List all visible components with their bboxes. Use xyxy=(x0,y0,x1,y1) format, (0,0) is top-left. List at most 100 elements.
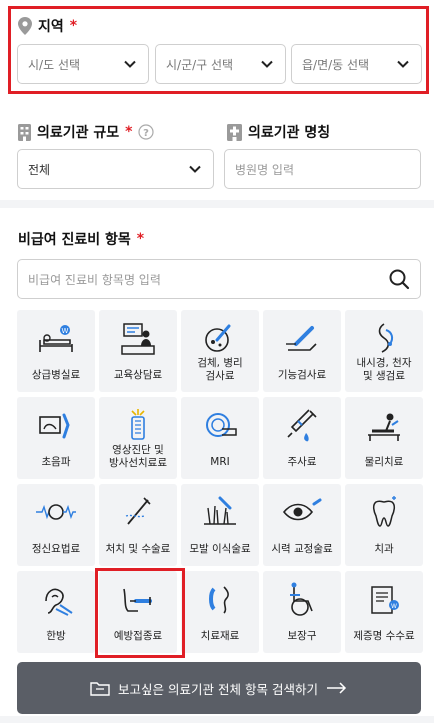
function-test-icon xyxy=(286,326,317,351)
category-label: 기능검사료 xyxy=(277,369,327,381)
counseling-icon xyxy=(121,323,155,355)
svg-text:W: W xyxy=(391,603,397,610)
category-label: 내시경, 천자 xyxy=(356,357,412,369)
size-select[interactable]: 전체 xyxy=(17,149,214,189)
items-label: 비급여 진료비 항목 * xyxy=(18,229,144,249)
sigungu-select[interactable]: 시/군/구 선택 xyxy=(155,44,286,84)
category-label: 시력 교정술료 xyxy=(271,543,333,555)
category-label: MRI xyxy=(210,456,230,468)
category-treatment-material[interactable]: 치료재료 xyxy=(181,571,259,653)
hospital-name-placeholder: 병원명 입력 xyxy=(235,162,295,177)
category-label: 주사료 xyxy=(287,456,317,468)
category-injection[interactable]: 주사료 xyxy=(263,397,341,479)
required-mark: * xyxy=(136,231,145,247)
arrow-right-icon xyxy=(326,682,347,694)
eupmyeondong-select[interactable]: 읍/면/동 선택 xyxy=(291,44,422,84)
search-all-items-button[interactable]: 보고싶은 의료기관 전체 항목 검색하기 xyxy=(17,662,421,714)
brain-wave-icon xyxy=(36,504,76,520)
chevron-down-icon xyxy=(124,60,136,68)
category-imaging[interactable]: 영상진단 및 방사선치료료 xyxy=(99,397,177,479)
required-mark: * xyxy=(69,18,78,34)
hospital-bed-icon: W xyxy=(39,325,73,352)
category-endoscope[interactable]: 내시경, 천자 및 생검료 xyxy=(345,310,423,392)
category-label: 물리치료 xyxy=(364,456,404,468)
category-label-line2: 검사료 xyxy=(205,370,235,382)
help-icon[interactable]: ? xyxy=(138,124,155,140)
building-icon xyxy=(18,123,31,141)
svg-text:?: ? xyxy=(144,128,150,139)
certificate-icon: W xyxy=(371,586,399,614)
category-surgery[interactable]: 처치 및 수술료 xyxy=(99,484,177,566)
item-search-placeholder: 비급여 진료비 항목명 입력 xyxy=(28,272,161,287)
acupuncture-icon xyxy=(45,588,73,616)
folder-icon xyxy=(90,682,110,696)
hospital-name-input[interactable]: 병원명 입력 xyxy=(224,149,421,189)
section-divider xyxy=(0,200,434,208)
treatment-material-icon xyxy=(209,586,229,614)
mri-icon xyxy=(206,413,237,437)
category-counseling[interactable]: 교육상담료 xyxy=(99,310,177,392)
surgery-icon xyxy=(125,497,151,525)
category-label: 제증명 수수료 xyxy=(353,630,415,642)
category-label: 치과 xyxy=(374,543,394,555)
size-label: 의료기관 규모 * ? xyxy=(18,122,155,142)
category-hospital-room[interactable]: W 상급병실료 xyxy=(17,310,95,392)
eupmyeondong-select-value: 읍/면/동 선택 xyxy=(302,57,370,72)
imaging-icon xyxy=(131,409,145,440)
category-physical-therapy[interactable]: 물리치료 xyxy=(345,397,423,479)
category-label: 보장구 xyxy=(287,630,317,642)
svg-text:W: W xyxy=(62,327,69,335)
location-pin-icon xyxy=(18,17,32,35)
category-label: 처치 및 수술료 xyxy=(105,543,171,555)
category-mri[interactable]: MRI xyxy=(181,397,259,479)
category-label: 영상진단 및 xyxy=(112,444,164,456)
category-psychotherapy[interactable]: 정신요법료 xyxy=(17,484,95,566)
vaccination-highlight-box xyxy=(95,568,185,658)
category-ultrasound[interactable]: 초음파 xyxy=(17,397,95,479)
name-label-text: 의료기관 명칭 xyxy=(248,125,331,141)
category-certificate[interactable]: W 제증명 수수료 xyxy=(345,571,423,653)
tooth-icon xyxy=(372,496,396,527)
hospital-icon xyxy=(227,123,242,141)
category-function-test[interactable]: 기능검사료 xyxy=(263,310,341,392)
category-label: 치료재료 xyxy=(200,630,240,642)
category-label: 상급병실료 xyxy=(31,369,81,381)
syringe-icon xyxy=(287,409,317,442)
eye-icon xyxy=(282,498,322,521)
endoscope-icon xyxy=(378,323,394,353)
chevron-down-icon xyxy=(261,60,273,68)
category-dental[interactable]: 치과 xyxy=(345,484,423,566)
category-specimen-test[interactable]: 검체, 병리 검사료 xyxy=(181,310,259,392)
sido-select[interactable]: 시/도 선택 xyxy=(17,44,149,84)
region-label-text: 지역 xyxy=(38,19,64,35)
category-label: 검체, 병리 xyxy=(197,357,243,369)
sido-select-value: 시/도 선택 xyxy=(28,57,81,72)
wheelchair-icon xyxy=(290,582,313,616)
category-label: 한방 xyxy=(46,630,66,642)
search-all-items-label: 보고싶은 의료기관 전체 항목 검색하기 xyxy=(118,681,318,697)
region-label: 지역 * xyxy=(18,16,77,36)
required-mark: * xyxy=(125,124,133,140)
category-label: 모발 이식술료 xyxy=(189,543,251,555)
category-label: 초음파 xyxy=(41,456,71,468)
category-label-line2: 및 생검료 xyxy=(363,370,405,382)
hair-transplant-icon xyxy=(204,496,236,525)
search-icon[interactable] xyxy=(388,268,410,290)
bottom-strip xyxy=(0,716,434,723)
size-label-text: 의료기관 규모 xyxy=(37,125,120,141)
category-label: 정신요법료 xyxy=(31,543,81,555)
physical-therapy-icon xyxy=(368,413,400,441)
category-oriental-medicine[interactable]: 한방 xyxy=(17,571,95,653)
size-select-value: 전체 xyxy=(28,162,51,177)
category-vision-correction[interactable]: 시력 교정술료 xyxy=(263,484,341,566)
category-assistive-device[interactable]: 보장구 xyxy=(263,571,341,653)
name-label: 의료기관 명칭 xyxy=(227,122,330,142)
item-search-input[interactable]: 비급여 진료비 항목명 입력 xyxy=(17,259,421,299)
chevron-down-icon xyxy=(397,60,409,68)
category-hair-transplant[interactable]: 모발 이식술료 xyxy=(181,484,259,566)
category-grid: W 상급병실료 교육상담료 검체, 병리 검사료 기능검사료 내시경, 천자 및… xyxy=(17,310,423,654)
items-label-text: 비급여 진료비 항목 xyxy=(18,232,131,248)
category-label: 교육상담료 xyxy=(113,369,163,381)
category-label-line2: 방사선치료료 xyxy=(109,457,167,469)
chevron-down-icon xyxy=(189,165,201,173)
